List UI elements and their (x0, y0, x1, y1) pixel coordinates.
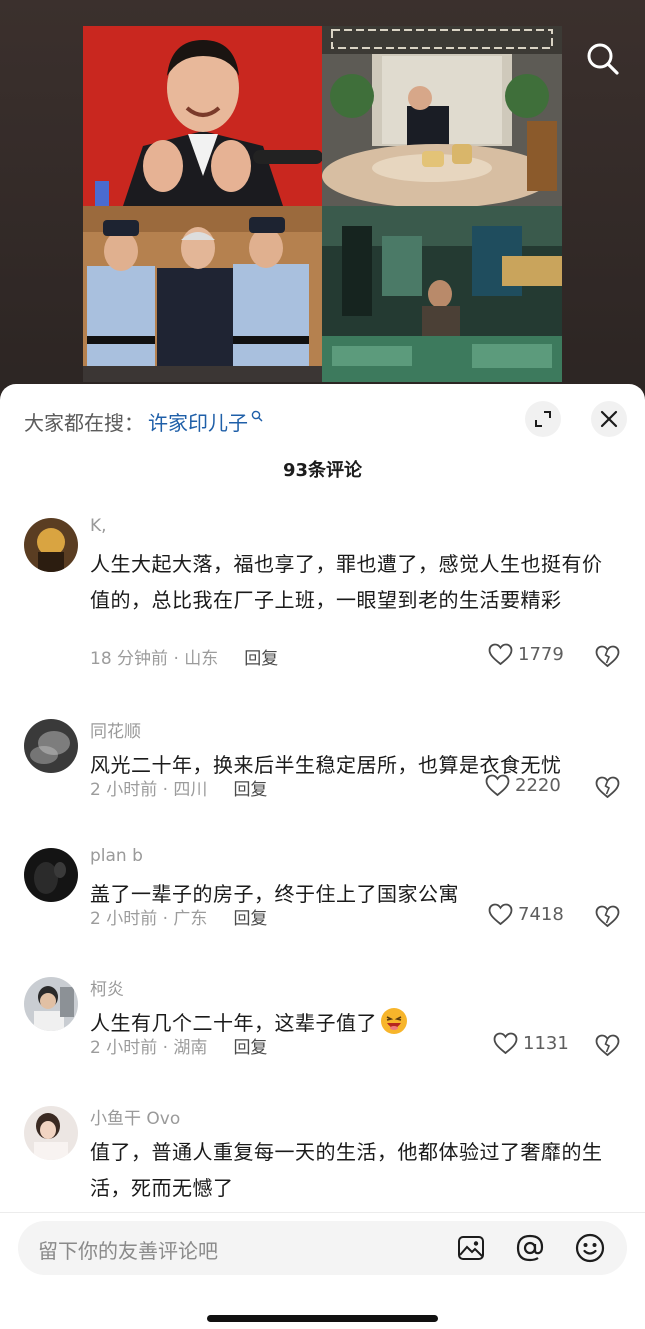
comment-item: 同花顺 风光二十年，换来后半生稳定居所，也算是衣食无忧 2 小时前 · 四川 回… (0, 717, 645, 817)
close-button[interactable] (591, 401, 627, 437)
comment-text: 人生大起大落，福也享了，罪也遭了，感觉人生也挺有价值的，总比我在厂子上班，一眼望… (90, 552, 603, 612)
laughing-emoji-icon (381, 1008, 407, 1034)
reply-button[interactable]: 回复 (244, 644, 278, 669)
photo-courtroom (83, 206, 322, 382)
like-count: 7418 (518, 904, 564, 925)
photo-man-applauding (83, 26, 322, 206)
broken-heart-icon (595, 645, 620, 668)
small-search-icon (251, 410, 263, 422)
image-icon (458, 1236, 484, 1260)
expand-button[interactable] (525, 401, 561, 437)
hot-search-term-link[interactable]: 许家印儿子 (148, 407, 248, 436)
comment-time-location: 2 小时前 · 湖南 (90, 1038, 208, 1058)
reply-button[interactable]: 回复 (233, 904, 267, 929)
like-button[interactable]: 2220 (485, 774, 561, 797)
comment-username[interactable]: plan b (90, 846, 143, 866)
search-button[interactable] (584, 40, 622, 78)
expand-icon (535, 411, 551, 427)
comment-item: plan b 盖了一辈子的房子，终于住上了国家公寓 2 小时前 · 广东 回复 … (0, 846, 645, 946)
heart-icon (493, 1032, 518, 1055)
emoji-button[interactable] (575, 1233, 605, 1263)
avatar[interactable] (24, 848, 78, 902)
comment-count: 93条评论 (282, 460, 363, 481)
search-icon (587, 43, 619, 75)
like-count: 1131 (523, 1033, 569, 1054)
heart-icon (488, 643, 513, 666)
comment-time-location: 2 小时前 · 四川 (90, 780, 208, 800)
broken-heart-icon (595, 905, 620, 928)
dislike-button[interactable] (595, 645, 620, 672)
like-button[interactable]: 7418 (488, 903, 564, 926)
comment-username[interactable]: 柯炎 (90, 975, 124, 1000)
comment-time-location: 2 小时前 · 广东 (90, 909, 208, 929)
photo-prison-workshop (322, 206, 562, 382)
home-indicator[interactable] (207, 1315, 438, 1322)
comment-item: 柯炎 人生有几个二十年，这辈子值了 2 小时前 · 湖南 回复 1131 (0, 975, 645, 1075)
avatar[interactable] (24, 1106, 78, 1160)
like-button[interactable]: 1779 (488, 643, 564, 666)
comment-sheet: 大家都在搜： 许家印儿子 93条评论 K, 人生大起大落，福也享了，罪也遭了，感… (0, 384, 645, 1329)
smile-icon (575, 1233, 605, 1263)
mention-button[interactable] (515, 1233, 545, 1263)
comment-username[interactable]: K, (90, 516, 107, 536)
broken-heart-icon (595, 776, 620, 799)
comment-item: K, 人生大起大落，福也享了，罪也遭了，感觉人生也挺有价值的，总比我在厂子上班，… (0, 516, 645, 686)
comment-username[interactable]: 小鱼干 Ovo (90, 1104, 180, 1129)
comment-input[interactable]: 留下你的友善评论吧 (18, 1221, 627, 1275)
like-count: 1779 (518, 644, 564, 665)
comment-meta: 2 小时前 · 湖南 回复 (90, 1033, 267, 1058)
comment-meta: 18 分钟前 · 山东 回复 (90, 644, 278, 669)
dislike-button[interactable] (595, 905, 620, 932)
photo-dining-room (322, 26, 562, 206)
comment-text-body: 人生有几个二十年，这辈子值了 (90, 1011, 377, 1035)
image-button[interactable] (456, 1233, 486, 1263)
heart-icon (488, 903, 513, 926)
dislike-button[interactable] (595, 1034, 620, 1061)
hot-search-prefix: 大家都在搜： (24, 410, 144, 435)
heart-icon (485, 774, 510, 797)
dislike-button[interactable] (595, 776, 620, 803)
comment-meta: 2 小时前 · 广东 回复 (90, 904, 267, 929)
comment-text: 值了，普通人重复每一天的生活，他都体验过了奢靡的生活，死而无憾了 (90, 1140, 603, 1200)
reply-button[interactable]: 回复 (233, 775, 267, 800)
photo-collage[interactable] (83, 26, 562, 382)
avatar[interactable] (24, 719, 78, 773)
comment-item: 小鱼干 Ovo 值了，普通人重复每一天的生活，他都体验过了奢靡的生活，死而无憾了 (0, 1104, 645, 1214)
comment-input-placeholder: 留下你的友善评论吧 (38, 1239, 218, 1263)
like-button[interactable]: 1131 (493, 1032, 569, 1055)
close-icon (600, 410, 618, 428)
avatar[interactable] (24, 977, 78, 1031)
hot-search-bar: 大家都在搜： 许家印儿子 (24, 406, 263, 436)
broken-heart-icon (595, 1034, 620, 1057)
comment-time-location: 18 分钟前 · 山东 (90, 649, 219, 669)
comment-input-bar: 留下你的友善评论吧 (0, 1212, 645, 1329)
like-count: 2220 (515, 775, 561, 796)
comment-meta: 2 小时前 · 四川 回复 (90, 775, 267, 800)
at-icon (516, 1234, 544, 1262)
avatar[interactable] (24, 518, 78, 572)
reply-button[interactable]: 回复 (233, 1033, 267, 1058)
comment-username[interactable]: 同花顺 (90, 717, 141, 742)
